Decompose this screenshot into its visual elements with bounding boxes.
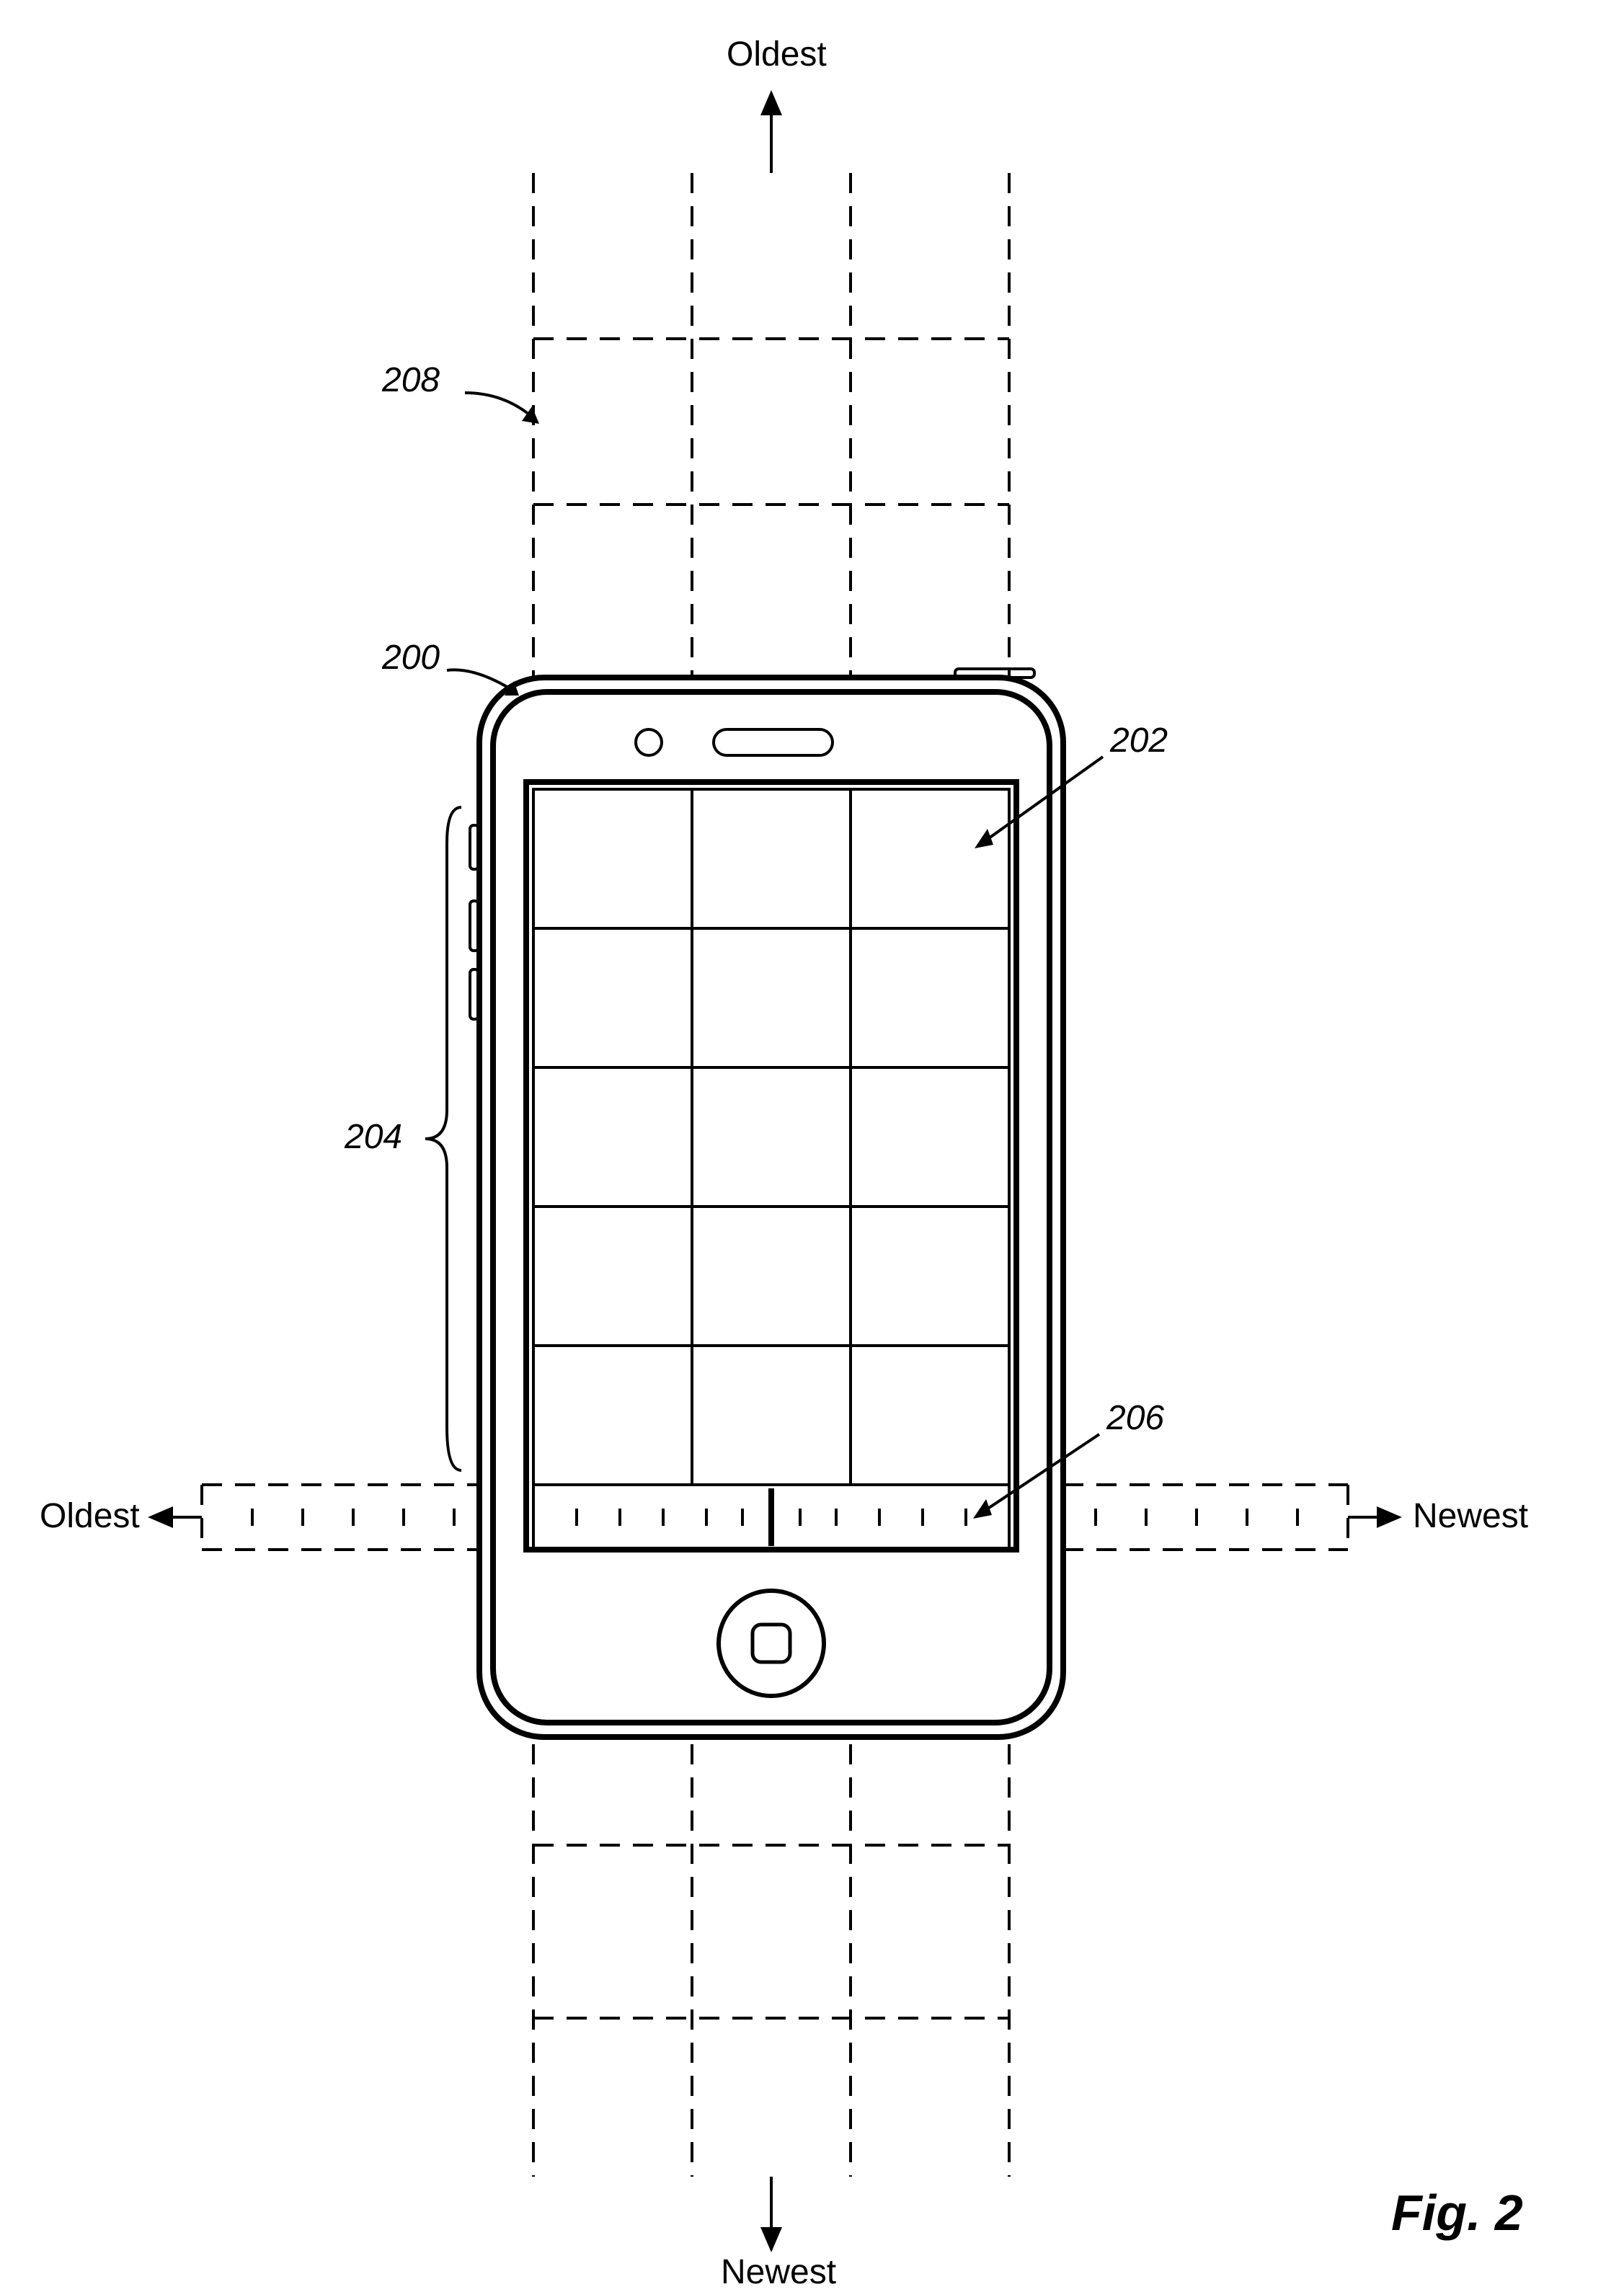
label-newest-bottom: Newest [721, 2252, 836, 2292]
label-newest-right: Newest [1413, 1496, 1528, 1536]
patent-figure-svg: .solid { fill: none; stroke: #000; strok… [0, 0, 1624, 2285]
leader-204 [425, 807, 461, 1470]
arrow-down-newest [760, 2177, 782, 2252]
leader-208 [465, 393, 539, 424]
ref-208: 208 [382, 360, 440, 400]
upper-grid-extension [533, 173, 1009, 678]
timeline-left [202, 1485, 479, 1550]
phone-device [470, 669, 1063, 1737]
arrow-left-oldest [148, 1506, 202, 1528]
lower-grid-extension [533, 1744, 1009, 2177]
ref-206: 206 [1106, 1398, 1164, 1438]
arrow-up-oldest [760, 90, 782, 173]
on-screen-grid [533, 789, 1009, 1485]
timeline-right [1063, 1485, 1348, 1550]
label-oldest-left: Oldest [40, 1496, 140, 1536]
figure-caption: Fig. 2 [1391, 2184, 1523, 2242]
timeline-bar [533, 1485, 1009, 1550]
arrow-right-newest [1348, 1506, 1402, 1528]
leader-202 [975, 757, 1103, 848]
ref-204: 204 [345, 1117, 402, 1157]
leader-200 [447, 670, 519, 696]
ref-200: 200 [382, 638, 440, 678]
leader-206 [973, 1434, 1099, 1519]
ref-202: 202 [1110, 721, 1168, 760]
label-oldest-top: Oldest [727, 35, 827, 74]
